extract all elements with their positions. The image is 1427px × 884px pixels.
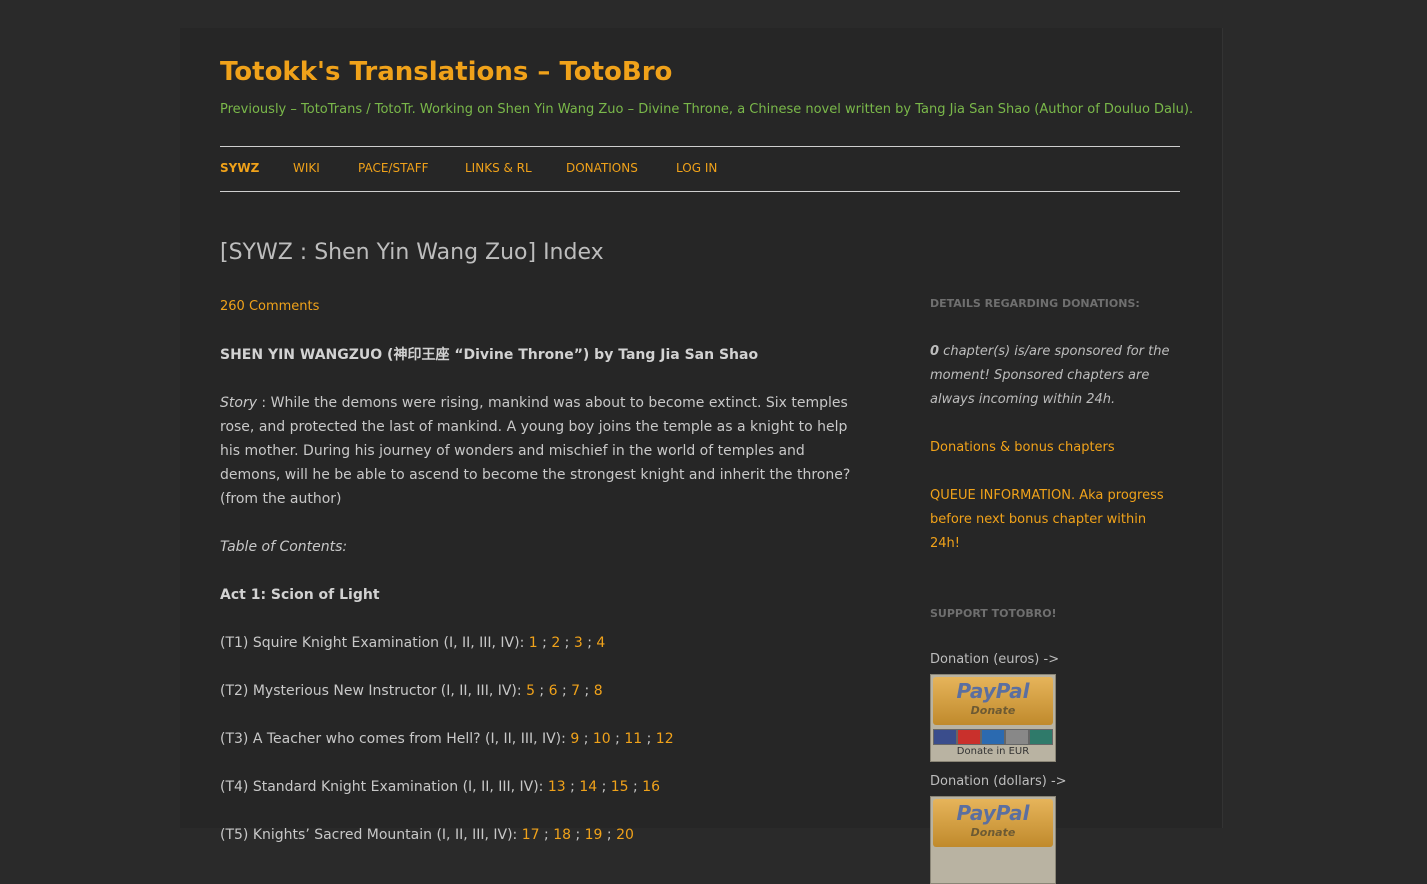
chapter-link[interactable]: 10 (593, 731, 611, 747)
chapter-separator: ; (582, 635, 597, 651)
site-tagline: Previously – TotoTrans / TotoTr. Working… (220, 102, 1194, 117)
chapter-link[interactable]: 2 (551, 635, 560, 651)
chapter-separator: ; (580, 683, 594, 699)
chapter-separator: ; (571, 827, 585, 843)
novel-heading: SHEN YIN WANGZUO (神印王座 “Divine Throne”) … (220, 347, 759, 363)
chapter-link[interactable]: 14 (579, 779, 597, 795)
paypal-banner: PayPal Donate (933, 799, 1053, 847)
chapter-separator: ; (560, 635, 574, 651)
paypal-logo: PayPal (956, 679, 1030, 703)
paypal-donate-usd-button[interactable]: PayPal Donate (930, 796, 1056, 884)
chapter-link[interactable]: 7 (571, 683, 580, 699)
chapter-link[interactable]: 3 (574, 635, 583, 651)
sponsored-count: 0 (930, 344, 940, 359)
queue-information-link[interactable]: QUEUE INFORMATION. Aka progress before n… (930, 488, 1164, 551)
page-title: [SYWZ : Shen Yin Wang Zuo] Index (220, 240, 604, 265)
story-paragraph: Story : While the demons were rising, ma… (220, 391, 860, 511)
nav-item-donations[interactable]: DONATIONS (566, 161, 638, 175)
chapter-link[interactable]: 1 (529, 635, 538, 651)
bank-card-icon (1029, 729, 1053, 745)
chapter-link[interactable]: 12 (656, 731, 674, 747)
post-content: 260 Comments SHEN YIN WANGZUO (神印王座 “Div… (220, 294, 860, 871)
chapter-separator: ; (537, 635, 552, 651)
chapter-link[interactable]: 16 (642, 779, 660, 795)
nav-item-log-in[interactable]: LOG IN (676, 161, 717, 175)
story-label: Story (220, 395, 257, 411)
support-heading: SUPPORT TOTOBRO! (930, 607, 1057, 620)
act-label: Act 1: Scion of Light (220, 587, 380, 603)
chapter-separator: ; (610, 731, 625, 747)
toc-label: Table of Contents: (220, 539, 348, 555)
site-title[interactable]: Totokk's Translations – TotoBro (220, 57, 672, 87)
mastercard-card-icon (957, 729, 981, 745)
paypal-caption: Donate in EUR (956, 746, 1030, 757)
chapter-link[interactable]: 20 (616, 827, 634, 843)
chapter-separator: ; (534, 683, 549, 699)
toc-row: (T5) Knights’ Sacred Mountain (I, II, II… (220, 823, 860, 847)
toc-row-label: (T3) A Teacher who comes from Hell? (I, … (220, 731, 571, 747)
paypal-donate-label: Donate (970, 704, 1016, 717)
amex-card-icon (981, 729, 1005, 745)
chapter-separator: ; (539, 827, 554, 843)
nav-item-sywz[interactable]: SYWZ (220, 161, 259, 175)
nav-item-wiki[interactable]: WIKI (293, 161, 320, 175)
story-text: : While the demons were rising, mankind … (220, 395, 851, 507)
comments-link[interactable]: 260 Comments (220, 299, 319, 314)
donations-details-heading: DETAILS REGARDING DONATIONS: (930, 297, 1140, 310)
sponsored-text: chapter(s) is/are sponsored for the mome… (930, 344, 1170, 407)
toc-row-label: (T4) Standard Knight Examination (I, II,… (220, 779, 548, 795)
nav-item-pace-staff[interactable]: PACE/STAFF (358, 161, 429, 175)
toc-row-label: (T5) Knights’ Sacred Mountain (I, II, II… (220, 827, 522, 843)
chapter-link[interactable]: 4 (596, 635, 605, 651)
main-nav: SYWZ WIKI PACE/STAFF LINKS & RL DONATION… (220, 146, 1180, 192)
donation-dollars-label: Donation (dollars) -> (930, 774, 1067, 789)
toc-list: (T1) Squire Knight Examination (I, II, I… (220, 631, 860, 847)
toc-row: (T1) Squire Knight Examination (I, II, I… (220, 631, 860, 655)
chapter-link[interactable]: 8 (594, 683, 603, 699)
chapter-link[interactable]: 5 (526, 683, 535, 699)
card-icons (933, 729, 1053, 745)
chapter-link[interactable]: 17 (522, 827, 540, 843)
toc-row: (T4) Standard Knight Examination (I, II,… (220, 775, 860, 799)
sponsored-note: 0 chapter(s) is/are sponsored for the mo… (930, 340, 1180, 412)
chapter-link[interactable]: 18 (553, 827, 571, 843)
chapter-link[interactable]: 13 (548, 779, 566, 795)
sidebar: DETAILS REGARDING DONATIONS: 0 chapter(s… (930, 292, 1180, 884)
toc-row: (T2) Mysterious New Instructor (I, II, I… (220, 679, 860, 703)
chapter-separator: ; (628, 779, 643, 795)
chapter-separator: ; (597, 779, 611, 795)
chapter-link[interactable]: 15 (611, 779, 629, 795)
nav-item-links-rl[interactable]: LINKS & RL (465, 161, 532, 175)
toc-row: (T3) A Teacher who comes from Hell? (I, … (220, 727, 860, 751)
donation-euros-label: Donation (euros) -> (930, 652, 1060, 667)
discover-card-icon (1005, 729, 1029, 745)
chapter-link[interactable]: 9 (570, 731, 579, 747)
donations-bonus-link[interactable]: Donations & bonus chapters (930, 440, 1115, 455)
visa-card-icon (933, 729, 957, 745)
chapter-separator: ; (579, 731, 593, 747)
paypal-donate-label: Donate (970, 826, 1016, 839)
paypal-logo: PayPal (956, 801, 1030, 825)
toc-row-label: (T2) Mysterious New Instructor (I, II, I… (220, 683, 527, 699)
chapter-link[interactable]: 11 (624, 731, 642, 747)
chapter-link[interactable]: 6 (549, 683, 558, 699)
paypal-donate-eur-button[interactable]: PayPal Donate Donate in EUR (930, 674, 1056, 762)
chapter-link[interactable]: 19 (585, 827, 603, 843)
paypal-banner: PayPal Donate (933, 677, 1053, 725)
toc-row-label: (T1) Squire Knight Examination (I, II, I… (220, 635, 529, 651)
chapter-separator: ; (642, 731, 656, 747)
chapter-separator: ; (557, 683, 572, 699)
chapter-separator: ; (565, 779, 580, 795)
chapter-separator: ; (602, 827, 617, 843)
